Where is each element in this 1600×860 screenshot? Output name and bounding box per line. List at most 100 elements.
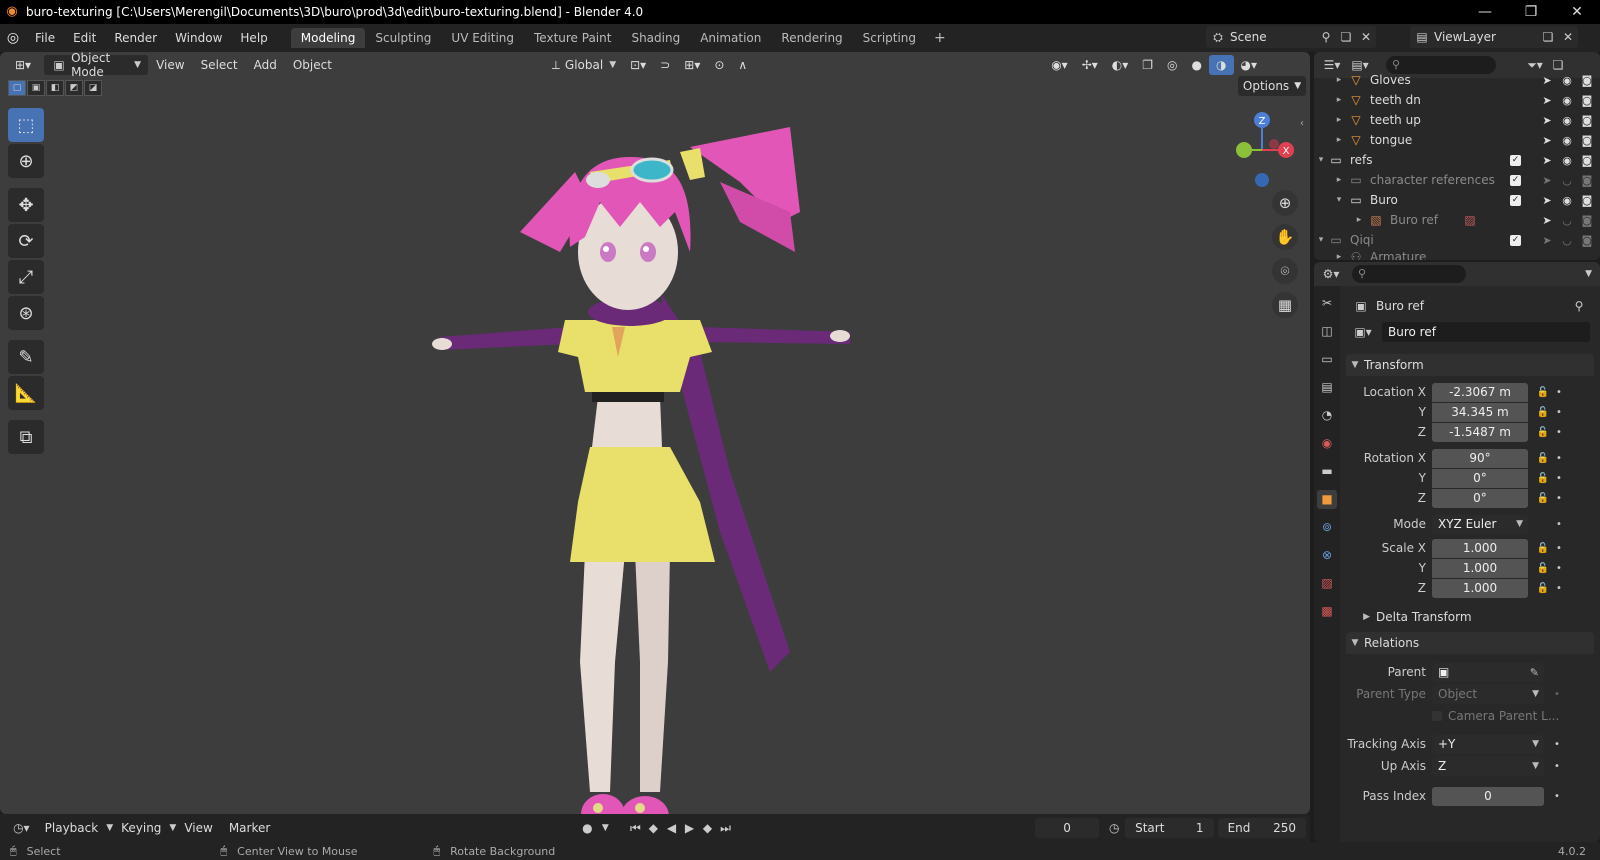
camera-icon[interactable]: ◙ <box>1580 214 1594 227</box>
texture-tab-icon[interactable]: ▩ <box>1317 602 1337 621</box>
options-dropdown[interactable]: Options ▼ <box>1238 76 1306 96</box>
select-extend-icon[interactable]: ▣ <box>27 80 45 96</box>
sidebar-toggle-icon[interactable]: ‹ <box>1300 118 1304 129</box>
add-workspace-button[interactable]: + <box>926 30 954 46</box>
camera-icon[interactable]: ◙ <box>1580 134 1594 147</box>
move-icon[interactable]: ✥ <box>8 188 44 222</box>
new-view-layer-icon[interactable]: ❏ <box>1538 30 1558 44</box>
select-box-icon[interactable]: ⬚ <box>8 108 44 142</box>
scale-icon[interactable]: ⤢ <box>8 260 44 294</box>
camera-icon[interactable]: ◙ <box>1580 174 1594 187</box>
select-intersect-icon[interactable]: ◪ <box>84 80 102 96</box>
select-arrow-icon[interactable]: ➤ <box>1540 154 1554 167</box>
viewport-menu-add[interactable]: Add <box>246 58 285 72</box>
select-arrow-icon[interactable]: ➤ <box>1540 174 1554 187</box>
remove-view-layer-icon[interactable]: ✕ <box>1558 30 1578 44</box>
transform-panel-header[interactable]: ▼ Transform <box>1346 354 1594 376</box>
collection-checkbox[interactable]: ✓ <box>1510 174 1521 186</box>
camera-icon[interactable]: ◙ <box>1580 194 1594 207</box>
wireframe-shading-icon[interactable]: ◎ <box>1160 55 1184 75</box>
jump-end-icon[interactable]: ⏭ <box>717 821 735 836</box>
menu-edit[interactable]: Edit <box>64 31 105 45</box>
camera-view-icon[interactable]: ⌾ <box>1272 258 1298 284</box>
add-cube-icon[interactable]: ⧉ <box>8 420 44 454</box>
viewport-menu-object[interactable]: Object <box>285 58 340 72</box>
keyframe-dot-icon[interactable]: • <box>1552 427 1566 438</box>
eye-icon[interactable]: ◉ <box>1560 74 1574 87</box>
outliner-row-armature[interactable]: ▸ ⚇ Armature <box>1314 250 1600 260</box>
lock-icon[interactable]: 🔓 <box>1534 427 1552 438</box>
keyframe-dot-icon[interactable]: • <box>1552 453 1566 464</box>
data-tab-icon[interactable]: ▨ <box>1317 574 1337 593</box>
scale-x-field[interactable]: 1.000 <box>1432 538 1528 558</box>
rotation-mode-dropdown[interactable]: XYZ Euler ▼ <box>1432 514 1528 534</box>
blender-menu-icon[interactable]: ◎ <box>0 30 26 46</box>
select-subtract-icon[interactable]: ◧ <box>46 80 64 96</box>
scale-z-field[interactable]: 1.000 <box>1432 578 1528 598</box>
collection-checkbox[interactable]: ✓ <box>1510 154 1521 166</box>
timeline-editor-icon[interactable]: ◷▾ <box>6 821 37 835</box>
location-x-field[interactable]: -2.3067 m <box>1432 382 1528 402</box>
modifier-tab-icon[interactable]: ⊚ <box>1317 518 1337 537</box>
lock-icon[interactable]: 🔓 <box>1534 453 1552 464</box>
keyframe-dot-icon[interactable]: • <box>1552 519 1566 530</box>
chevron-down-icon[interactable]: ▼ <box>1585 269 1592 279</box>
viewport-menu-select[interactable]: Select <box>193 58 246 72</box>
pass-index-field[interactable]: 0 <box>1432 786 1544 806</box>
keyframe-dot-icon[interactable]: • <box>1552 473 1566 484</box>
gizmo-toggle-icon[interactable]: ✢▾ <box>1075 55 1105 75</box>
falloff-icon[interactable]: ∧ <box>731 55 754 75</box>
outliner-row-teeth-dn[interactable]: ▸ ▽ teeth dn ➤ ◉ ◙ <box>1314 90 1600 110</box>
play-icon[interactable]: ▶ <box>680 821 698 835</box>
start-frame-field[interactable]: Start 1 <box>1125 818 1214 838</box>
camera-parent-checkbox[interactable] <box>1432 711 1442 721</box>
lock-icon[interactable]: 🔓 <box>1534 583 1552 594</box>
lock-icon[interactable]: 🔓 <box>1534 563 1552 574</box>
rotation-x-field[interactable]: 90° <box>1432 448 1528 468</box>
keyframe-dot-icon[interactable]: • <box>1552 493 1566 504</box>
proportional-edit-icon[interactable]: ⊙ <box>707 55 731 75</box>
keyframe-dot-icon[interactable]: • <box>1550 739 1564 750</box>
jump-next-keyframe-icon[interactable]: ◆ <box>699 821 717 835</box>
keyframe-dot-icon[interactable]: • <box>1552 543 1566 554</box>
material-shading-icon[interactable]: ◑ <box>1209 55 1234 75</box>
keyframe-dot-icon[interactable]: • <box>1552 583 1566 594</box>
overlays-icon[interactable]: ◐▾ <box>1105 55 1136 75</box>
menu-file[interactable]: File <box>26 31 64 45</box>
new-scene-icon[interactable]: ❏ <box>1336 30 1356 44</box>
cursor-icon[interactable]: ⊕ <box>8 144 44 178</box>
collection-checkbox[interactable]: ✓ <box>1510 194 1521 206</box>
pin-icon[interactable]: ⚲ <box>1316 30 1336 44</box>
measure-icon[interactable]: 📐 <box>8 376 44 410</box>
visibility-icon[interactable]: ◉▾ <box>1044 55 1075 75</box>
timeline-menu-marker[interactable]: Marker <box>221 821 278 835</box>
close-button[interactable]: ✕ <box>1554 4 1600 20</box>
eye-closed-icon[interactable]: ◡ <box>1560 214 1574 227</box>
tab-sculpting[interactable]: Sculpting <box>365 28 441 48</box>
lock-icon[interactable]: 🔓 <box>1534 407 1552 418</box>
select-arrow-icon[interactable]: ➤ <box>1540 194 1554 207</box>
play-reverse-icon[interactable]: ◀ <box>662 821 680 835</box>
select-new-icon[interactable]: ▢ <box>8 80 26 96</box>
tab-rendering[interactable]: Rendering <box>771 28 852 48</box>
keyframe-dot-icon[interactable]: • <box>1552 563 1566 574</box>
keyframe-dot-icon[interactable]: • <box>1550 761 1564 772</box>
navigation-gizmo[interactable]: Z X <box>1222 110 1302 200</box>
current-frame-field[interactable]: 0 <box>1034 818 1100 838</box>
timeline-menu-keying[interactable]: Keying <box>113 821 169 835</box>
eye-icon[interactable]: ◉ <box>1560 114 1574 127</box>
eye-closed-icon[interactable]: ◡ <box>1560 174 1574 187</box>
scale-y-field[interactable]: 1.000 <box>1432 558 1528 578</box>
tab-uv-editing[interactable]: UV Editing <box>441 28 524 48</box>
tab-shading[interactable]: Shading <box>621 28 690 48</box>
orientation-dropdown[interactable]: ⟂ Global ▼ <box>540 55 623 75</box>
jump-prev-keyframe-icon[interactable]: ◆ <box>644 821 662 835</box>
viewport-menu-view[interactable]: View <box>148 58 192 72</box>
lock-icon[interactable]: 🔓 <box>1534 473 1552 484</box>
maximize-button[interactable]: ❐ <box>1508 4 1554 20</box>
collection-tab-icon[interactable]: ▬ <box>1317 462 1337 481</box>
eye-icon[interactable]: ◉ <box>1560 134 1574 147</box>
keyframe-dot-icon[interactable]: • <box>1552 387 1566 398</box>
collection-checkbox[interactable]: ✓ <box>1510 234 1521 246</box>
jump-start-icon[interactable]: ⏮ <box>626 821 644 836</box>
